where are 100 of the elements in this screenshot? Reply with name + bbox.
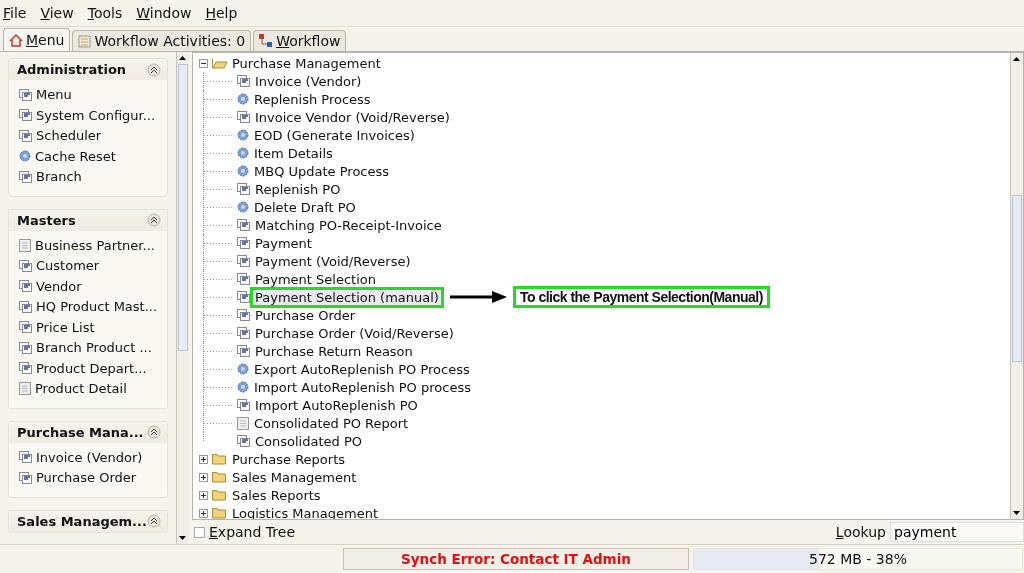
- window-icon: [237, 435, 250, 447]
- panel-title: Administration: [17, 62, 127, 77]
- window-icon: [19, 109, 32, 122]
- window-icon: [237, 111, 250, 123]
- tree-item[interactable]: Purchase Order (Void/Reverse): [253, 325, 456, 341]
- tree-item[interactable]: Payment: [253, 235, 314, 251]
- sidebar-item[interactable]: Purchase Order: [19, 469, 159, 487]
- window-icon: [19, 259, 32, 272]
- window-icon: [237, 291, 250, 303]
- expand-icon[interactable]: [199, 472, 208, 482]
- gear-icon: [237, 129, 249, 141]
- flow-icon: [259, 34, 274, 48]
- gear-icon: [237, 93, 249, 105]
- sidebar-item[interactable]: System Configur...: [19, 106, 159, 124]
- house-icon: [9, 33, 23, 47]
- menu-bar-title[interactable]: File: [3, 5, 27, 21]
- folder-icon: [212, 453, 228, 465]
- tree-item[interactable]: Purchase Order: [253, 307, 358, 323]
- gear-icon: [237, 201, 249, 213]
- tree-item[interactable]: EOD (Generate Invoices): [252, 127, 417, 143]
- collapse-icon[interactable]: [199, 58, 208, 68]
- tree-item[interactable]: Matching PO-Receipt-Invoice: [253, 217, 444, 233]
- expand-icon[interactable]: [199, 454, 208, 464]
- checkbox-label[interactable]: Expand Tree: [209, 524, 295, 540]
- gear-icon: [237, 147, 249, 159]
- sidebar-item[interactable]: Vendor: [19, 277, 159, 295]
- window-icon: [19, 170, 32, 183]
- tree-item[interactable]: Item Details: [252, 145, 335, 161]
- window-icon: [237, 255, 250, 267]
- sidebar-item[interactable]: Menu: [19, 86, 159, 104]
- sidebar-item[interactable]: Branch Product ...: [19, 339, 159, 357]
- panel-title: Purchase Mana...: [17, 424, 144, 440]
- tree-item[interactable]: Payment Selection: [253, 271, 378, 287]
- menu-bar-title[interactable]: Help: [205, 5, 238, 21]
- sidebar-item[interactable]: Customer: [19, 257, 159, 275]
- collapse-icon[interactable]: [147, 62, 161, 77]
- tree-item[interactable]: Replenish PO: [253, 181, 343, 197]
- sidebar-item[interactable]: Product Depart...: [19, 359, 159, 377]
- document-icon: [237, 416, 249, 430]
- window-icon: [19, 362, 32, 375]
- tree-item[interactable]: Purchase Return Reason: [253, 343, 415, 359]
- field-label: Lookup: [835, 524, 886, 540]
- sidebar-item[interactable]: Branch: [19, 168, 159, 186]
- expand-icon[interactable]: [199, 490, 208, 500]
- tree-item[interactable]: Invoice Vendor (Void/Reverse): [253, 109, 452, 125]
- document-icon: [19, 382, 31, 396]
- tree-item[interactable]: Consolidated PO Report: [252, 415, 411, 431]
- tree-item[interactable]: Consolidated PO: [253, 433, 364, 449]
- menu-bar-title[interactable]: View: [40, 5, 74, 21]
- folder-icon: [212, 471, 228, 483]
- window-icon: [19, 321, 32, 334]
- expand-icon[interactable]: [199, 508, 208, 518]
- tree-folder[interactable]: Purchase Reports: [232, 451, 346, 467]
- menu-bar-title[interactable]: Tools: [87, 5, 123, 21]
- window-icon: [237, 309, 250, 321]
- tree-item[interactable]: Payment Selection (manual): [253, 289, 441, 305]
- tree-item[interactable]: Delete Draft PO: [252, 199, 358, 215]
- tree-item[interactable]: Import AutoReplenish PO: [253, 397, 420, 413]
- collapse-icon[interactable]: [147, 514, 161, 528]
- gear-icon: [237, 165, 249, 177]
- checkbox[interactable]: [194, 526, 205, 538]
- sidebar-item[interactable]: Scheduler: [19, 127, 159, 145]
- scrollbar[interactable]: [176, 52, 189, 544]
- folder-icon: [212, 489, 228, 501]
- gear-icon: [237, 381, 249, 393]
- tree-folder[interactable]: Purchase Management: [232, 55, 381, 71]
- menu-bar-title[interactable]: Window: [136, 5, 192, 21]
- tree-item[interactable]: MBQ Update Process: [252, 163, 392, 179]
- folder-icon: [212, 507, 228, 519]
- status-message: Synch Error: Contact IT Admin: [343, 548, 689, 570]
- tab[interactable]: Workflow Activities: 0: [72, 30, 252, 51]
- tab[interactable]: Menu: [3, 28, 71, 51]
- tree-item[interactable]: Invoice (Vendor): [253, 73, 364, 89]
- tree-folder[interactable]: Sales Reports: [232, 487, 321, 503]
- window-icon: [237, 345, 250, 357]
- collapse-icon[interactable]: [147, 213, 161, 227]
- window-icon: [237, 327, 250, 339]
- window-icon: [237, 75, 250, 87]
- sidebar-item[interactable]: Business Partner...: [19, 236, 159, 254]
- sidebar-item[interactable]: Cache Reset: [19, 147, 159, 165]
- sidebar-item[interactable]: Invoice (Vendor): [19, 448, 159, 466]
- window-icon: [19, 129, 32, 142]
- list-icon: [78, 34, 92, 48]
- tree-item[interactable]: Import AutoReplenish PO process: [252, 379, 473, 395]
- tree-item[interactable]: Export AutoReplenish PO Process: [252, 361, 472, 377]
- collapse-icon[interactable]: [147, 425, 161, 439]
- window-icon: [19, 341, 32, 354]
- tree-item[interactable]: Replenish Process: [252, 91, 373, 107]
- folder-icon: [212, 57, 228, 69]
- sidebar-item[interactable]: Price List: [19, 318, 159, 336]
- sidebar-item[interactable]: Product Detail: [19, 380, 159, 398]
- lookup-field[interactable]: payment: [890, 522, 1024, 542]
- tab[interactable]: Workflow: [253, 30, 347, 51]
- scrollbar[interactable]: [1010, 53, 1023, 519]
- sidebar-item[interactable]: HQ Product Mast...: [19, 298, 159, 316]
- window-icon: [237, 219, 250, 231]
- panel-title: Masters: [17, 212, 76, 228]
- gear-icon: [19, 150, 31, 163]
- tree-item[interactable]: Payment (Void/Reverse): [253, 253, 413, 269]
- tree-folder[interactable]: Sales Management: [232, 469, 357, 485]
